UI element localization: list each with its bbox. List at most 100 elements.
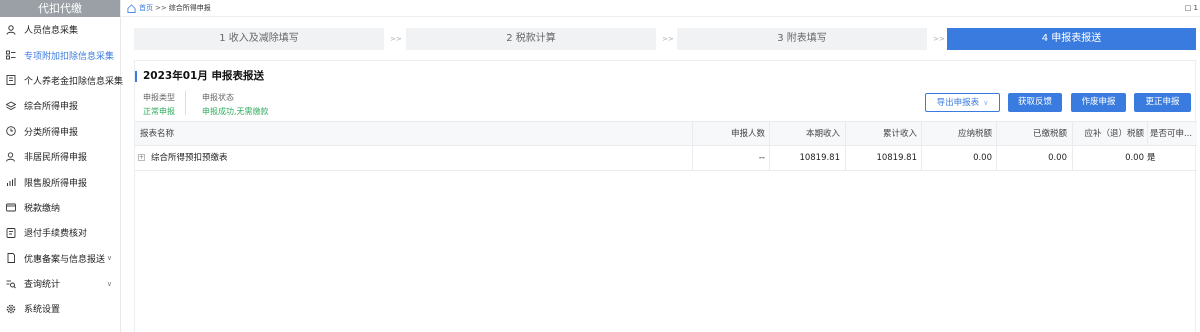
sidebar-item-label: 个人养老金扣除信息采集 <box>24 76 124 87</box>
column-divider <box>769 146 770 170</box>
header-count: 申报人数 <box>730 129 765 139</box>
row-refund: 0.00 <box>1125 153 1144 163</box>
void-declaration-button[interactable]: 作废申报 <box>1071 93 1126 112</box>
sidebar-item-tax-payment[interactable]: 税款缴纳 <box>0 195 120 220</box>
row-tax-due: 0.00 <box>973 153 992 163</box>
column-divider <box>921 146 922 170</box>
page-title: 2023年01月 申报表报送 <box>135 71 264 82</box>
header-income: 本期收入 <box>805 129 840 139</box>
divider <box>185 91 186 115</box>
column-divider <box>692 146 693 170</box>
sidebar-item-label: 分类所得申报 <box>24 127 79 138</box>
declaration-card: 2023年01月 申报表报送 申报类型 正常申报 申报状态 申报成功,无需缴款 … <box>134 60 1197 332</box>
sidebar-nav: 人员信息采集 专项附加扣除信息采集 个人养老金扣除信息采集 综合所得申报 分类所… <box>0 17 124 322</box>
sidebar-item-query-stats[interactable]: 查询统计 ∨ <box>0 271 120 296</box>
clock-icon <box>6 126 16 137</box>
home-icon <box>127 3 136 13</box>
column-divider <box>692 122 693 146</box>
column-divider <box>1147 122 1148 146</box>
header-cumulative: 累计收入 <box>882 129 917 139</box>
column-divider <box>845 122 846 146</box>
sidebar-item-person-info[interactable]: 人员信息采集 <box>0 17 120 42</box>
declaration-status-value: 申报成功,无需缴款 <box>202 107 269 116</box>
window-control[interactable]: □ 1 <box>1185 4 1198 12</box>
report-name: 综合所得预扣预缴表 <box>151 153 228 163</box>
sidebar-item-label: 专项附加扣除信息采集 <box>24 51 115 62</box>
correct-declaration-button[interactable]: 更正申报 <box>1134 93 1191 112</box>
export-button-label: 导出申报表 <box>936 98 980 108</box>
declaration-status: 申报状态 申报成功,无需缴款 <box>202 92 269 117</box>
column-divider <box>1072 122 1073 146</box>
declaration-type: 申报类型 正常申报 <box>143 92 175 117</box>
person-icon <box>6 24 16 35</box>
declaration-type-label: 申报类型 <box>143 93 175 102</box>
sidebar-item-preferential[interactable]: 优惠备案与信息报送 ∨ <box>0 246 120 271</box>
sidebar-item-label: 系统设置 <box>24 305 61 316</box>
sidebar-item-label: 优惠备案与信息报送 <box>24 254 106 265</box>
step-tax-calculation[interactable]: 2 税款计算 <box>406 28 656 50</box>
sidebar-item-nonresident[interactable]: 非居民所得申报 <box>0 144 120 169</box>
sidebar-header: 代扣代缴 <box>0 0 120 21</box>
layers-icon <box>6 101 16 111</box>
file-icon <box>6 253 16 264</box>
sidebar-item-label: 限售股所得申报 <box>24 178 88 189</box>
row-report-name: + 综合所得预扣预缴表 <box>138 146 438 170</box>
declaration-type-value: 正常申报 <box>143 107 175 116</box>
sidebar-title: 代扣代缴 <box>38 2 82 15</box>
column-divider <box>996 122 997 146</box>
sidebar: 代扣代缴 人员信息采集 专项附加扣除信息采集 个人养老金扣除信息采集 综合所得申… <box>0 0 124 332</box>
get-feedback-button[interactable]: 获取反馈 <box>1008 93 1062 112</box>
table-row[interactable]: + 综合所得预扣预缴表 -- 10819.81 10819.81 0.00 0.0… <box>135 146 1197 171</box>
expand-icon[interactable]: + <box>138 154 145 161</box>
chevron-down-icon: ∨ <box>106 279 112 288</box>
step-bar: 1 收入及减除填写 >> 2 税款计算 >> 3 附表填写 >> 4 申报表报送 <box>134 28 1196 50</box>
step-submit[interactable]: 4 申报表报送 <box>947 28 1196 50</box>
sidebar-item-special-deduction[interactable]: 专项附加扣除信息采集 <box>0 42 120 67</box>
sidebar-item-restricted-stock[interactable]: 限售股所得申报 <box>0 169 120 194</box>
wallet-icon <box>6 202 16 212</box>
sidebar-item-pension[interactable]: 个人养老金扣除信息采集 <box>0 68 124 93</box>
breadcrumb-current: 综合所得申报 <box>168 4 211 12</box>
row-income: 10819.81 <box>799 153 840 163</box>
document-icon <box>6 75 16 86</box>
row-cumulative: 10819.81 <box>876 153 917 163</box>
column-divider <box>845 146 846 170</box>
sidebar-item-comprehensive[interactable]: 综合所得申报 <box>0 93 120 118</box>
sidebar-item-label: 税款缴纳 <box>24 203 61 214</box>
sidebar-item-label: 查询统计 <box>24 280 61 291</box>
export-button[interactable]: 导出申报表 ∨ <box>925 93 1000 112</box>
table-header: 报表名称 申报人数 本期收入 累计收入 应纳税额 已缴税额 应补（退）税额 是否… <box>135 121 1197 146</box>
sidebar-item-refund-fee[interactable]: 退付手续费核对 <box>0 220 120 245</box>
sidebar-item-label: 退付手续费核对 <box>24 229 88 240</box>
app-window: 代扣代缴 人员信息采集 专项附加扣除信息采集 个人养老金扣除信息采集 综合所得申… <box>0 0 1200 332</box>
bar-chart-icon <box>6 177 16 187</box>
breadcrumb: 首页 >> 综合所得申报 □ 1 <box>121 0 1200 17</box>
receipt-icon <box>6 227 16 238</box>
sidebar-item-classified[interactable]: 分类所得申报 <box>0 119 120 144</box>
breadcrumb-separator: >> <box>155 4 167 12</box>
header-can-declare: 是否可申... <box>1150 129 1193 139</box>
row-can-declare: 是 <box>1147 153 1156 163</box>
declaration-table: 报表名称 申报人数 本期收入 累计收入 应纳税额 已缴税额 应补（退）税额 是否… <box>135 121 1197 171</box>
sidebar-item-label: 人员信息采集 <box>24 26 79 37</box>
user-icon <box>6 151 16 162</box>
sidebar-item-settings[interactable]: 系统设置 <box>0 296 120 321</box>
list-icon <box>6 50 16 60</box>
breadcrumb-home-link[interactable]: 首页 <box>139 3 153 13</box>
sidebar-item-label: 综合所得申报 <box>24 102 79 113</box>
column-divider <box>769 122 770 146</box>
chevron-down-icon: ∨ <box>106 254 112 263</box>
header-tax-due: 应纳税额 <box>957 129 992 139</box>
header-refund: 应补（退）税额 <box>1084 129 1144 139</box>
declaration-status-label: 申报状态 <box>202 93 234 102</box>
step-attachment[interactable]: 3 附表填写 <box>677 28 927 50</box>
column-divider <box>996 146 997 170</box>
column-divider <box>1072 146 1073 170</box>
step-income-deduction[interactable]: 1 收入及减除填写 <box>134 28 384 50</box>
gear-icon <box>6 304 16 314</box>
header-tax-paid: 已缴税额 <box>1032 129 1067 139</box>
sidebar-item-label: 非居民所得申报 <box>24 153 88 164</box>
row-count: -- <box>758 153 765 163</box>
search-list-icon <box>6 279 16 289</box>
column-divider <box>921 122 922 146</box>
